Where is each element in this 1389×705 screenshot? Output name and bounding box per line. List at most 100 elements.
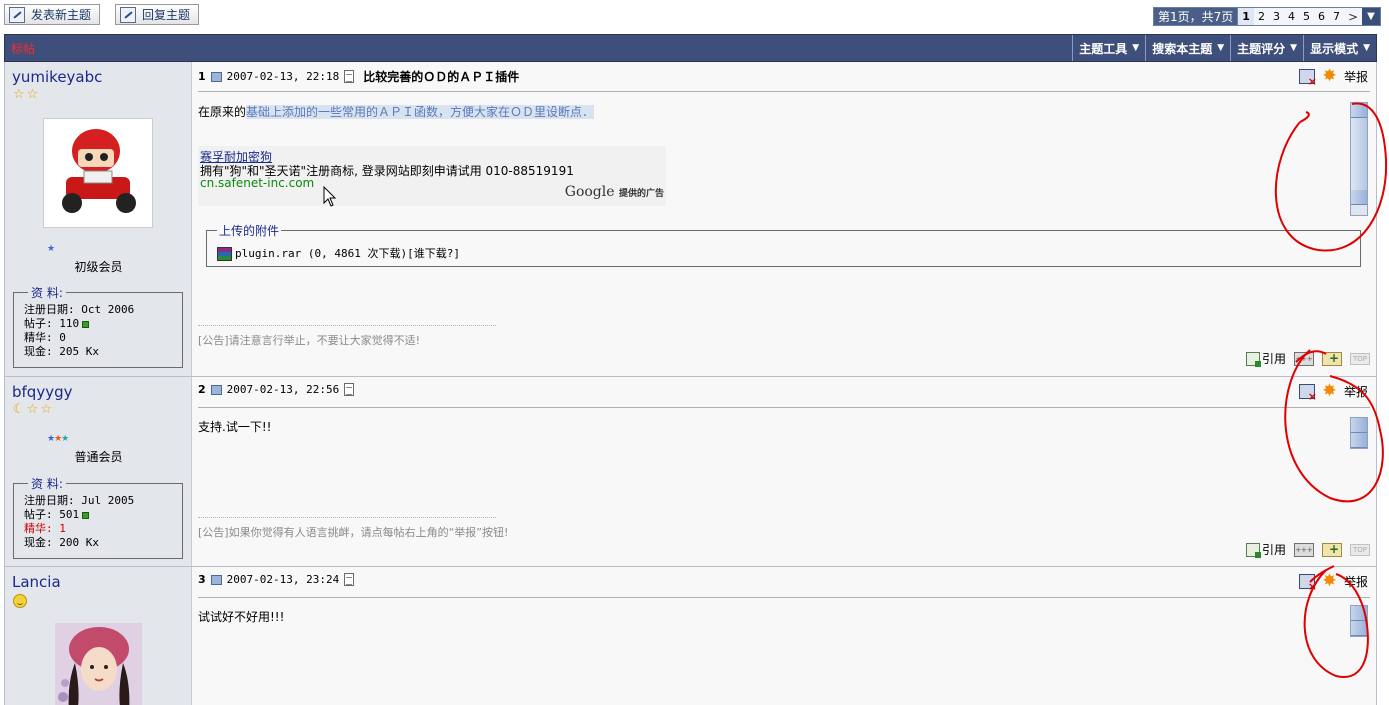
post-1-actions: ✸ 举报 — [1298, 68, 1368, 88]
go-kart-avatar-image — [62, 129, 136, 213]
page-link-6[interactable]: 6 — [1313, 8, 1329, 25]
profile-digest: 精华: 0 — [24, 331, 66, 344]
scroll-up-segment[interactable] — [1351, 606, 1367, 621]
profile-legend: 资 料: — [31, 286, 63, 300]
quote-label: 引用 — [1261, 543, 1286, 557]
rar-file-icon — [217, 246, 232, 261]
post-number[interactable]: 3 — [198, 573, 206, 586]
page-menu-dropdown-icon[interactable]: ▼ — [1362, 8, 1380, 25]
search-thread-menu[interactable]: 搜索本主题 ▼ — [1145, 35, 1230, 61]
chevron-down-icon: ▼ — [1217, 43, 1225, 53]
edit-delete-icon[interactable] — [1298, 384, 1317, 403]
document-icon — [344, 70, 355, 83]
top-icon[interactable]: TOP — [1350, 543, 1370, 556]
profile-join-date: 注册日期: Jul 2005 — [24, 494, 135, 507]
multi-quote-icon[interactable]: +++ — [1294, 542, 1314, 557]
post-1-footer-actions: 引用 +++ TOP — [1245, 350, 1370, 367]
post-3-username[interactable]: Lancia — [12, 573, 61, 591]
new-topic-icon — [9, 6, 25, 23]
attachment-link[interactable]: plugin.rar (0, 4861 次下载)[谁下载?] — [235, 247, 460, 260]
star-icon: ☆ — [26, 87, 39, 102]
report-link[interactable]: 举报 — [1344, 383, 1368, 400]
post-1-username[interactable]: yumikeyabc — [12, 68, 102, 86]
quick-reply-icon[interactable] — [1322, 351, 1342, 366]
attachment-box: 上传的附件 plugin.rar (0, 4861 次下载)[谁下载?] — [206, 222, 1361, 267]
post-number[interactable]: 1 — [198, 70, 206, 83]
google-ad-label: Google 提供的广告 — [565, 184, 664, 200]
quick-reply-icon[interactable] — [1322, 542, 1342, 557]
post-3: Lancia 3 2007-02-13, 23:24 × ✸ 举报 试试好不好用… — [4, 567, 1377, 705]
scroll-up-segment[interactable] — [1351, 103, 1367, 118]
rate-thread-menu[interactable]: 主题评分 ▼ — [1230, 35, 1303, 61]
multi-quote-icon[interactable]: +++ — [1294, 351, 1314, 366]
ad-url-link[interactable]: cn.safenet-inc.com — [200, 176, 314, 190]
post-1-profile-info: 资 料: 注册日期: Oct 2006 帖子: 110 精华: 0 现金: 20… — [13, 284, 183, 368]
display-mode-menu[interactable]: 显示模式 ▼ — [1303, 35, 1376, 61]
star-icon: ☆ — [40, 402, 52, 417]
report-link[interactable]: 举报 — [1344, 68, 1368, 85]
portrait-avatar-image — [55, 623, 142, 705]
page-link-7[interactable]: 7 — [1328, 8, 1344, 25]
search-thread-label: 搜索本主题 — [1152, 41, 1213, 56]
edit-delete-icon[interactable] — [1298, 574, 1317, 593]
notice-divider — [198, 517, 496, 518]
post-date: 2007-02-13, 22:18 — [226, 70, 340, 83]
next-page-link[interactable]: > — [1343, 8, 1362, 25]
rate-burst-icon[interactable]: ✸ — [1321, 68, 1338, 85]
thread-tools-label: 主题工具 — [1079, 41, 1128, 56]
post-2-scrollbar[interactable] — [1350, 417, 1368, 449]
post-2-body: 支持.试一下!! — [198, 420, 272, 434]
notice-divider — [198, 325, 496, 326]
quote-icon — [1245, 351, 1261, 367]
thread-tools-menu[interactable]: 主题工具 ▼ — [1072, 35, 1145, 61]
scroll-down-segment[interactable] — [1351, 190, 1367, 205]
page-link-2[interactable]: 2 — [1253, 8, 1269, 25]
page-link-5[interactable]: 5 — [1298, 8, 1314, 25]
top-icon[interactable]: TOP — [1350, 352, 1370, 365]
reply-topic-icon — [120, 6, 136, 23]
rate-burst-icon[interactable]: ✸ — [1321, 573, 1338, 590]
chevron-down-icon: ▼ — [1290, 43, 1298, 53]
scroll-down-segment[interactable] — [1351, 621, 1367, 636]
star-icon: ☆ — [13, 87, 25, 102]
ad-provider-label: 提供的广告 — [618, 189, 664, 199]
post-1-author-panel: yumikeyabc ☆ ☆ ★ 初级会员 资 料: 注册日期: Oct 200… — [5, 62, 192, 376]
post-2-header: 2 2007-02-13, 22:56 — [198, 383, 355, 396]
page-link-1[interactable]: 1 — [1238, 8, 1254, 25]
post-3-avatar — [55, 623, 142, 705]
post-2-username[interactable]: bfqyygy — [12, 383, 72, 401]
rate-burst-icon[interactable]: ✸ — [1321, 383, 1338, 400]
post-2-notice: [公告]如果你觉得有人语言挑衅，请点每帖右上角的“举报”按钮! — [198, 526, 509, 539]
quote-button[interactable]: 引用 — [1245, 350, 1286, 367]
mouse-cursor-icon — [323, 186, 337, 207]
profile-cash: 现金: 205 Kx — [24, 345, 99, 358]
post-3-scrollbar[interactable] — [1350, 605, 1368, 637]
rate-thread-label: 主题评分 — [1237, 41, 1286, 56]
post-3-header: 3 2007-02-13, 23:24 — [198, 573, 355, 586]
post-icon — [210, 71, 222, 82]
quote-label: 引用 — [1261, 352, 1286, 366]
post-3-rank-icons — [13, 594, 27, 608]
post-2-author-panel: bfqyygy ☾ ☆ ☆ ★★★ 普通会员 资 料: 注册日期: Jul 20… — [5, 377, 192, 566]
document-icon — [344, 573, 355, 586]
post-icon — [210, 384, 222, 395]
post-2-rank: 普通会员 — [74, 450, 123, 464]
reply-topic-button[interactable]: 回复主题 — [115, 4, 200, 25]
scroll-thumb[interactable] — [1351, 118, 1367, 190]
chevron-down-icon: ▼ — [1132, 43, 1140, 53]
post-1-scrollbar[interactable] — [1350, 102, 1368, 216]
quote-button[interactable]: 引用 — [1245, 541, 1286, 558]
display-mode-label: 显示模式 — [1310, 41, 1359, 56]
post-number[interactable]: 2 — [198, 383, 206, 396]
post-1: yumikeyabc ☆ ☆ ★ 初级会员 资 料: 注册日期: Oct 200… — [4, 62, 1377, 377]
post-icon — [210, 574, 222, 585]
report-link[interactable]: 举报 — [1344, 573, 1368, 590]
scroll-down-segment[interactable] — [1351, 433, 1367, 448]
page-link-3[interactable]: 3 — [1268, 8, 1284, 25]
scroll-up-segment[interactable] — [1351, 418, 1367, 433]
edit-delete-icon[interactable] — [1298, 69, 1317, 88]
post-3-content: 3 2007-02-13, 23:24 ✸ 举报 试试好不好用!!! — [192, 567, 1376, 705]
page-link-4[interactable]: 4 — [1283, 8, 1299, 25]
profile-legend: 资 料: — [31, 477, 63, 491]
new-topic-button[interactable]: 发表新主题 — [4, 4, 101, 25]
